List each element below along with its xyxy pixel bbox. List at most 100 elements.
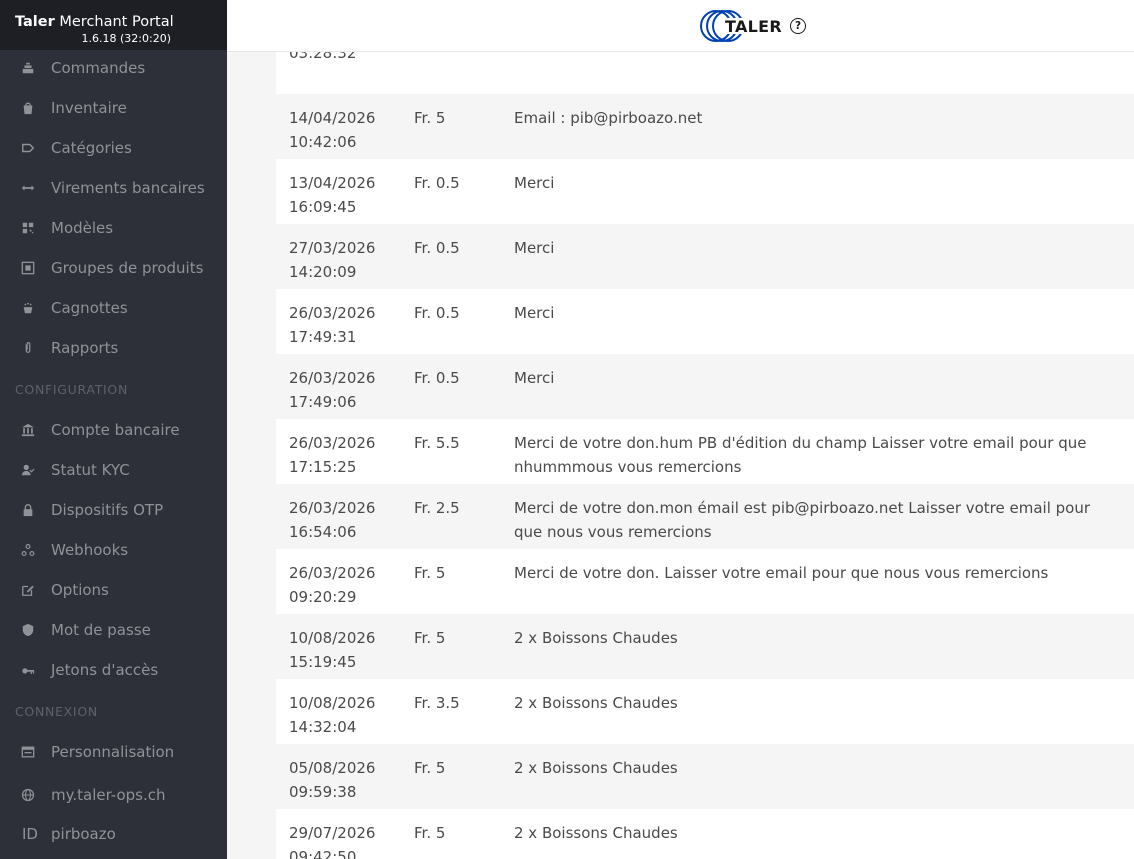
table-row[interactable]: 26/03/2026 17:49:06 Fr. 0.5 Merci — [276, 354, 1134, 419]
sidebar-item-compte-bancaire[interactable]: Compte bancaire — [0, 410, 227, 450]
sidebar-item-label: Commandes — [51, 59, 146, 77]
top-bar: TALER ? — [227, 0, 1134, 52]
sidebar-item-mot-de-passe[interactable]: Mot de passe — [0, 610, 227, 650]
table-row[interactable]: 26/03/2026 17:49:31 Fr. 0.5 Merci — [276, 289, 1134, 354]
sidebar-item-statut-kyc[interactable]: Statut KYC — [0, 450, 227, 490]
sidebar-item-label: pirboazo — [51, 825, 116, 843]
sidebar-item-categories[interactable]: Catégories — [0, 128, 227, 168]
order-amount: Fr. 3.5 — [414, 694, 460, 712]
order-time: 14:20:09 — [289, 263, 357, 281]
table-row[interactable]: 27/03/2026 14:20:09 Fr. 0.5 Merci — [276, 224, 1134, 289]
order-time: 09:42:50 — [289, 848, 357, 859]
table-row[interactable]: 10/08/2026 14:32:04 Fr. 3.5 2 x Boissons Ch… — [276, 679, 1134, 744]
table-row[interactable]: 26/03/2026 17:15:25 Fr. 5.5 Merci de votre … — [276, 419, 1134, 484]
brand-title-bold: Taler — [15, 14, 55, 30]
order-summary: Merci de votre don.mon émail est pib@pir… — [514, 499, 1091, 541]
sidebar-item-rapports[interactable]: Rapports — [0, 328, 227, 368]
order-amount: Fr. 0.5 — [414, 174, 460, 192]
order-time: 09:59:38 — [289, 783, 357, 801]
order-date: 26/03/2026 — [289, 499, 376, 517]
order-date-cell: 26/03/2026 17:49:31 — [276, 301, 414, 354]
sidebar-item-label: Options — [51, 581, 109, 599]
sidebar-item-label: Webhooks — [51, 541, 129, 559]
table-row[interactable]: 05/08/2026 09:59:38 Fr. 5 2 x Boissons Chau… — [276, 744, 1134, 809]
table-row[interactable]: 10/08/2026 15:19:45 Fr. 5 2 x Boissons Chau… — [276, 614, 1134, 679]
order-date: 26/03/2026 — [289, 369, 376, 387]
sidebar-item-label: Modèles — [51, 219, 114, 237]
taler-logo[interactable]: TALER — [699, 7, 782, 45]
sidebar-item-label: Rapports — [51, 339, 119, 357]
pot-icon — [16, 301, 40, 315]
webhook-icon — [16, 543, 40, 557]
section-label-configuration: CONFIGURATION — [15, 381, 129, 397]
order-amount: Fr. 5 — [414, 564, 446, 582]
order-date-cell: 27/03/2026 14:20:09 — [276, 236, 414, 289]
sidebar-item-label: my.taler-ops.ch — [51, 786, 166, 804]
brand-title-rest: Merchant Portal — [54, 14, 174, 30]
order-date: 26/03/2026 — [289, 564, 376, 582]
brand-title: Taler Merchant Portal — [15, 14, 227, 30]
sidebar-item-virements[interactable]: Virements bancaires — [0, 168, 227, 208]
sidebar-item-groupes-produits[interactable]: Groupes de produits — [0, 248, 227, 288]
sidebar-item-cagnottes[interactable]: Cagnottes — [0, 288, 227, 328]
order-date: 10/08/2026 — [289, 694, 376, 712]
order-date: 27/03/2026 — [289, 239, 376, 257]
sidebar-item-domain[interactable]: my.taler-ops.ch — [0, 772, 227, 818]
order-time: 10:42:06 — [289, 133, 357, 151]
order-amount: Fr. 0.5 — [414, 369, 460, 387]
order-summary: 2 x Boissons Chaudes — [514, 759, 678, 777]
section-label-connexion: CONNEXION — [15, 703, 98, 719]
sidebar-item-options[interactable]: Options — [0, 570, 227, 610]
help-icon[interactable]: ? — [790, 18, 806, 34]
table-row[interactable]: 14/04/2026 10:42:06 Fr. 5 Email : pib@pirbo… — [276, 94, 1134, 159]
table-row[interactable]: 13/04/2026 16:09:45 Fr. 0.5 Merci — [276, 159, 1134, 224]
order-time: 17:49:31 — [289, 328, 357, 346]
order-date-cell: 29/07/2026 09:42:50 — [276, 821, 414, 859]
lock-icon — [16, 503, 40, 517]
globe-icon — [16, 788, 40, 802]
sidebar-item-label: Catégories — [51, 139, 132, 157]
sidebar-item-label: Inventaire — [51, 99, 127, 117]
table-row[interactable]: 26/03/2026 16:54:06 Fr. 2.5 Merci de votre … — [276, 484, 1134, 549]
orders-table: 03:28:32 14/04/2026 10:42:06 Fr. 5 Email : p… — [276, 52, 1134, 859]
table-row[interactable]: 03:28:32 — [276, 52, 1134, 94]
order-amount — [414, 52, 514, 94]
order-amount: Fr. 5 — [414, 759, 446, 777]
table-row[interactable]: 29/07/2026 09:42:50 Fr. 5 2 x Boissons Chau… — [276, 809, 1134, 859]
sidebar-item-commandes[interactable]: Commandes — [0, 48, 227, 88]
order-date-cell: 10/08/2026 14:32:04 — [276, 691, 414, 744]
order-amount: Fr. 5.5 — [414, 434, 460, 452]
orders-list: 03:28:32 14/04/2026 10:42:06 Fr. 5 Email : p… — [276, 52, 1134, 859]
sidebar-item-webhooks[interactable]: Webhooks — [0, 530, 227, 570]
sidebar-item-personnalisation[interactable]: Personnalisation — [0, 732, 227, 772]
key-icon — [16, 663, 40, 677]
order-summary: Merci — [514, 304, 555, 322]
transfer-arrows-icon — [16, 181, 40, 195]
sidebar-item-label: Mot de passe — [51, 621, 151, 639]
sidebar-item-inventaire[interactable]: Inventaire — [0, 88, 227, 128]
order-date-cell: 26/03/2026 09:20:29 — [276, 561, 414, 614]
order-time: 17:49:06 — [289, 393, 357, 411]
sidebar-item-modeles[interactable]: Modèles — [0, 208, 227, 248]
order-date: 05/08/2026 — [289, 759, 376, 777]
layout-icon — [16, 745, 40, 759]
sidebar-item-user[interactable]: ID pirboazo — [0, 818, 227, 850]
edit-icon — [16, 583, 40, 597]
order-summary: 2 x Boissons Chaudes — [514, 694, 678, 712]
order-date-cell: 14/04/2026 10:42:06 — [276, 106, 414, 159]
shield-icon — [16, 623, 40, 637]
paperclip-icon — [16, 341, 40, 355]
order-summary: 2 x Boissons Chaudes — [514, 824, 678, 842]
qr-code-icon — [16, 221, 40, 235]
order-time: 09:20:29 — [289, 588, 357, 606]
sidebar-item-jetons-acces[interactable]: Jetons d'accès — [0, 650, 227, 690]
sidebar-item-label: Dispositifs OTP — [51, 501, 164, 519]
sidebar-item-label: Virements bancaires — [51, 179, 205, 197]
order-summary: Email : pib@pirboazo.net — [514, 109, 703, 127]
order-date-cell: 10/08/2026 15:19:45 — [276, 626, 414, 679]
user-check-icon — [16, 463, 40, 477]
order-date: 29/07/2026 — [289, 824, 376, 842]
table-row[interactable]: 26/03/2026 09:20:29 Fr. 5 Merci de votre do… — [276, 549, 1134, 614]
sidebar-item-dispositifs-otp[interactable]: Dispositifs OTP — [0, 490, 227, 530]
order-amount: Fr. 0.5 — [414, 239, 460, 257]
